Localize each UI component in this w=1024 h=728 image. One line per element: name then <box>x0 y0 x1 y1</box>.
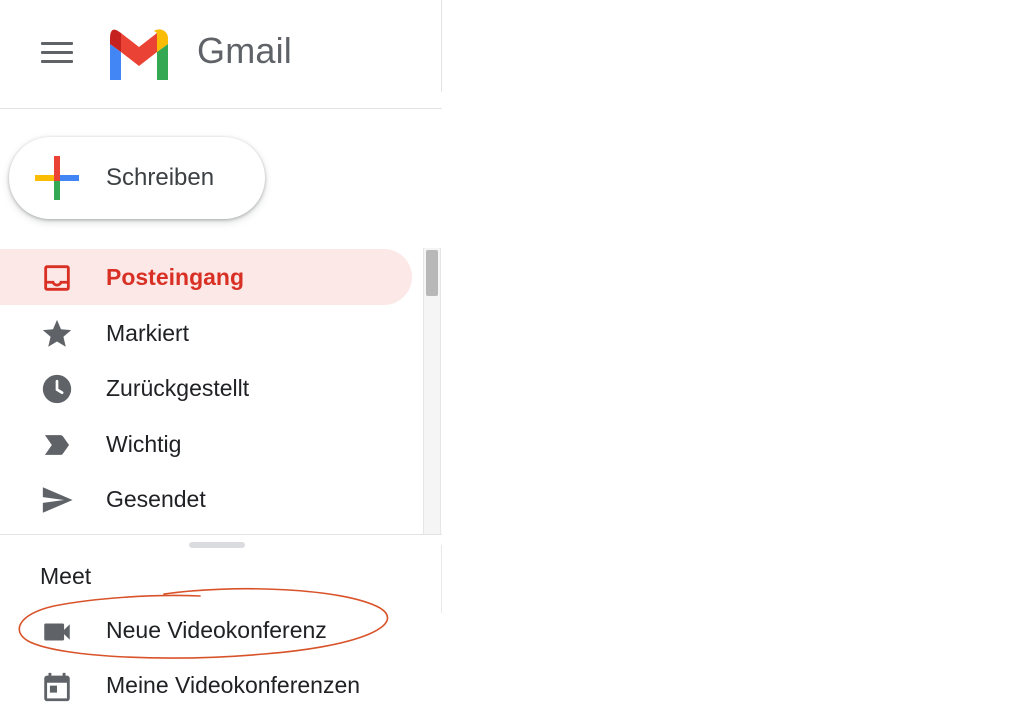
meet-item-my-meetings[interactable]: Meine Videokonferenzen <box>0 660 442 714</box>
nav-item-label: Zurückgestellt <box>106 375 250 401</box>
menu-bar <box>41 42 73 45</box>
nav-item-gesendet[interactable]: Gesendet <box>0 471 412 527</box>
nav-item-label: Posteingang <box>106 264 245 290</box>
scrollbar-thumb[interactable] <box>426 250 438 296</box>
meet-item-label: Meine Videokonferenzen <box>106 672 361 698</box>
nav-item-posteingang[interactable]: Posteingang <box>0 249 412 305</box>
meet-item-label: Neue Videokonferenz <box>106 617 327 643</box>
compose-button[interactable]: Schreiben <box>9 137 265 219</box>
calendar-icon <box>44 672 70 702</box>
hamburger-menu-icon[interactable] <box>36 36 78 70</box>
star-icon <box>42 319 72 347</box>
nav-item-markiert[interactable]: Markiert <box>0 305 412 361</box>
nav-item-zurueckgestellt[interactable]: Zurückgestellt <box>0 360 412 416</box>
menu-bar <box>41 60 73 63</box>
videocam-icon <box>44 623 70 641</box>
nav-item-label: Gesendet <box>106 486 206 512</box>
app-header: Gmail <box>0 0 442 109</box>
panel-border <box>441 545 442 613</box>
nav-item-wichtig[interactable]: Wichtig <box>0 416 412 472</box>
app-name: Gmail <box>197 30 293 71</box>
meet-section-title: Meet <box>40 563 92 589</box>
nav-scrollbar[interactable] <box>423 248 441 534</box>
nav-item-label: Wichtig <box>106 431 182 457</box>
compose-plus-icon <box>35 156 79 200</box>
section-divider <box>0 534 442 535</box>
meet-item-new-meeting[interactable]: Neue Videokonferenz <box>0 605 442 659</box>
inbox-icon <box>44 265 70 291</box>
clock-icon <box>42 374 72 404</box>
gmail-logo[interactable] <box>106 28 172 80</box>
send-icon <box>42 487 73 513</box>
gmail-sidebar-panel: Gmail Schreiben Posteingang Markiert Zur… <box>0 0 442 728</box>
meet-resize-handle[interactable] <box>189 542 245 548</box>
nav-item-label: Markiert <box>106 320 190 346</box>
menu-bar <box>41 51 73 54</box>
compose-label: Schreiben <box>106 164 215 191</box>
label-important-icon <box>44 435 70 455</box>
